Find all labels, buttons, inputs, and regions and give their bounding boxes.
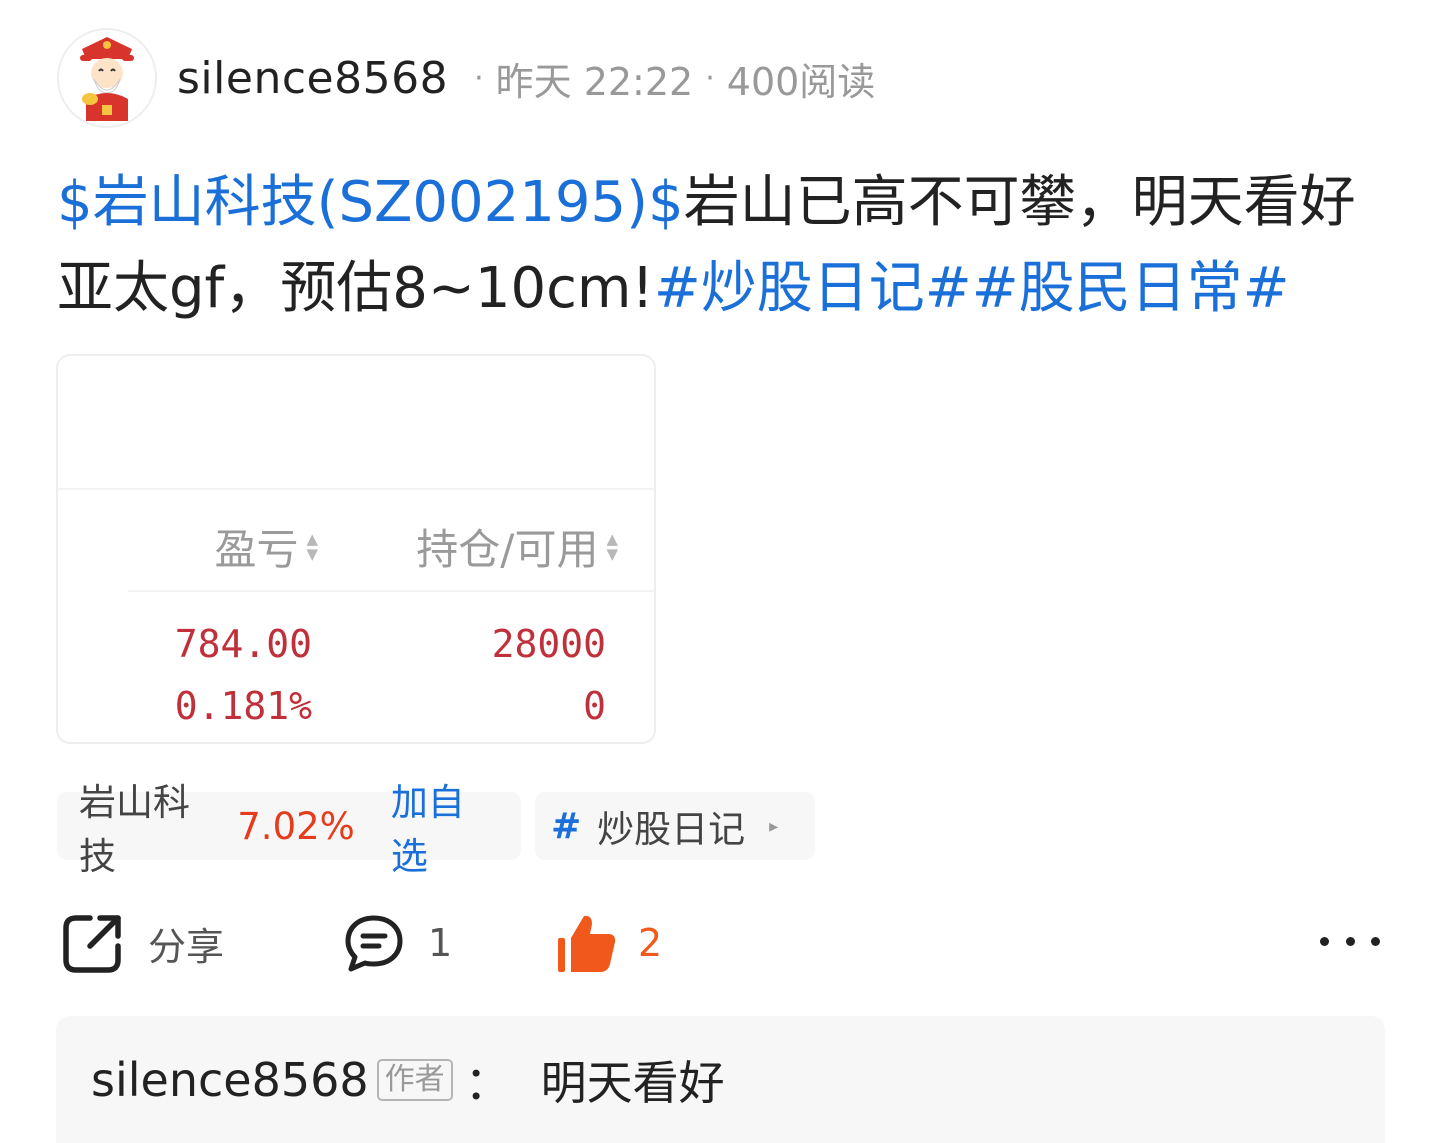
pl-amount: 784.00 bbox=[174, 622, 312, 666]
sort-down-icon: ▼ bbox=[306, 544, 318, 563]
caishen-avatar-icon bbox=[80, 37, 134, 121]
more-dot bbox=[1345, 936, 1355, 946]
like-count: 2 bbox=[638, 921, 663, 965]
stock-chip-change: 7.02% bbox=[237, 804, 355, 848]
post-header: silence8568 · 昨天 22:22 · 400阅读 bbox=[57, 28, 875, 128]
share-button[interactable]: 分享 bbox=[60, 905, 224, 981]
stock-chip-name[interactable]: 岩山科技 bbox=[79, 772, 223, 880]
header-label-position: 持仓/可用 bbox=[416, 525, 599, 574]
topic-chip-label: 炒股日记 bbox=[597, 808, 746, 851]
more-dot bbox=[1371, 936, 1380, 946]
position-amount: 28000 bbox=[491, 622, 606, 666]
header-label-pl: 盈亏 bbox=[214, 525, 299, 574]
divider bbox=[58, 488, 654, 490]
column-header-pl: 盈亏 ▲ ▼ bbox=[214, 516, 318, 577]
available-amount: 0 bbox=[583, 684, 606, 728]
column-header-position: 持仓/可用 ▲ ▼ bbox=[416, 516, 618, 577]
topic-link-chaogu[interactable]: #炒股日记# bbox=[654, 256, 972, 321]
like-button[interactable]: 2 bbox=[554, 905, 662, 981]
comment-colon: ： bbox=[464, 1055, 511, 1110]
post-image[interactable]: 盈亏 ▲ ▼ 持仓/可用 ▲ ▼ 784.00 0.181% 28000 0 bbox=[56, 354, 656, 744]
share-label: 分享 bbox=[148, 924, 225, 969]
stock-link[interactable]: $岩山科技(SZ002195)$ bbox=[57, 170, 684, 235]
author-name[interactable]: silence8568 bbox=[177, 53, 448, 104]
related-chips: 岩山科技 7.02% 加自选 # 炒股日记 ▸ bbox=[57, 781, 815, 878]
sort-icon: ▲ ▼ bbox=[606, 531, 618, 563]
sort-icon: ▲ ▼ bbox=[306, 531, 318, 563]
comment-text: 明天看好 bbox=[540, 1055, 725, 1110]
comment-icon bbox=[345, 915, 403, 972]
post-meta: · 昨天 22:22 · 400阅读 bbox=[462, 51, 875, 106]
post-content: $岩山科技(SZ002195)$岩山已高不可攀，明天看好亚太gf，预估8~10c… bbox=[57, 160, 1387, 332]
meta-separator: · bbox=[474, 60, 484, 96]
author-avatar[interactable] bbox=[57, 28, 157, 128]
sort-down-icon: ▼ bbox=[606, 544, 618, 563]
meta-separator: · bbox=[705, 60, 715, 96]
comment-button[interactable]: 1 bbox=[342, 905, 452, 981]
more-dot bbox=[1320, 936, 1329, 946]
thumbs-up-icon bbox=[558, 915, 616, 972]
pl-percent: 0.181% bbox=[174, 684, 312, 728]
comment-author[interactable]: silence8568 bbox=[91, 1053, 369, 1107]
topic-link-gumin[interactable]: #股民日常# bbox=[972, 256, 1290, 321]
topic-chip[interactable]: # 炒股日记 ▸ bbox=[535, 792, 815, 860]
more-icon[interactable] bbox=[1320, 921, 1380, 961]
chevron-right-icon: ▸ bbox=[769, 815, 779, 837]
comment-count: 1 bbox=[428, 921, 453, 965]
action-bar: 分享 1 2 bbox=[60, 905, 1380, 981]
divider bbox=[128, 590, 654, 592]
hashtag-icon: # bbox=[551, 805, 582, 847]
stock-chip[interactable]: 岩山科技 7.02% 加自选 bbox=[57, 781, 521, 878]
add-watchlist-button[interactable]: 加自选 bbox=[391, 772, 499, 880]
post-time: 昨天 22:22 bbox=[495, 59, 694, 104]
comment-preview[interactable]: silence8568 作者 ： 明天看好 bbox=[56, 1016, 1385, 1143]
read-count: 400阅读 bbox=[726, 59, 876, 104]
share-icon bbox=[63, 915, 121, 973]
author-badge: 作者 bbox=[376, 1058, 453, 1101]
